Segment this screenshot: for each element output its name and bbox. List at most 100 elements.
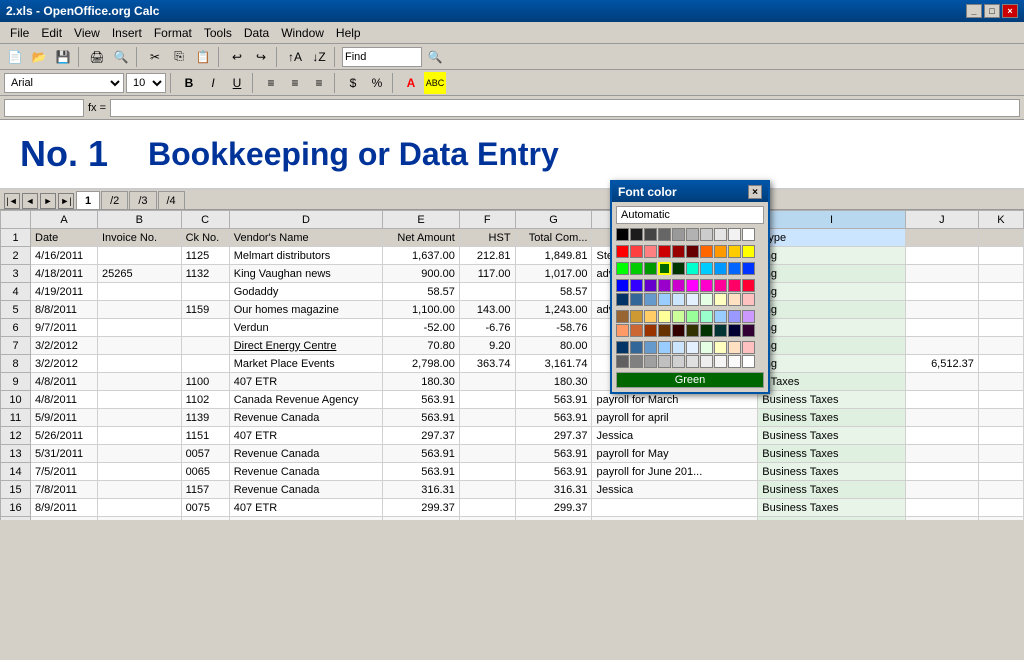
color-swatch[interactable] [672, 293, 685, 306]
cell-j17[interactable] [905, 517, 978, 521]
sort-desc-button[interactable]: ↓Z [308, 46, 330, 68]
cell-k14[interactable] [978, 463, 1023, 481]
cell-g6[interactable]: -58.76 [515, 319, 592, 337]
cell-f1[interactable]: HST [459, 229, 515, 247]
color-swatch[interactable] [672, 245, 685, 258]
cell-k4[interactable] [978, 283, 1023, 301]
cell-f10[interactable] [459, 391, 515, 409]
menu-file[interactable]: File [4, 24, 35, 42]
menu-edit[interactable]: Edit [35, 24, 68, 42]
cell-reference-input[interactable]: J1:J1048576 [4, 99, 84, 117]
cell-k1[interactable] [978, 229, 1023, 247]
cell-c2[interactable]: 1125 [181, 247, 229, 265]
cell-g12[interactable]: 297.37 [515, 427, 592, 445]
cell-b3[interactable]: 25265 [98, 265, 182, 283]
cell-a15[interactable]: 7/8/2011 [31, 481, 98, 499]
cell-e2[interactable]: 1,637.00 [383, 247, 460, 265]
currency-button[interactable]: $ [342, 72, 364, 94]
menu-view[interactable]: View [68, 24, 106, 42]
color-swatch[interactable] [630, 324, 643, 337]
cell-e3[interactable]: 900.00 [383, 265, 460, 283]
cell-e6[interactable]: -52.00 [383, 319, 460, 337]
cell-j6[interactable] [905, 319, 978, 337]
cell-a14[interactable]: 7/5/2011 [31, 463, 98, 481]
cell-i2[interactable]: ing [758, 247, 906, 265]
color-swatch[interactable] [728, 355, 741, 368]
cell-j9[interactable] [905, 373, 978, 391]
col-header-d[interactable]: D [229, 211, 382, 229]
find-input[interactable] [342, 47, 422, 67]
cell-g8[interactable]: 3,161.74 [515, 355, 592, 373]
color-swatch[interactable] [742, 228, 755, 241]
color-swatch[interactable] [658, 262, 671, 275]
cell-g5[interactable]: 1,243.00 [515, 301, 592, 319]
cell-a7[interactable]: 3/2/2012 [31, 337, 98, 355]
cell-d10[interactable]: Canada Revenue Agency [229, 391, 382, 409]
color-swatch[interactable] [658, 341, 671, 354]
color-swatch[interactable] [616, 245, 629, 258]
color-swatch[interactable] [658, 355, 671, 368]
color-swatch[interactable] [644, 245, 657, 258]
cell-k13[interactable] [978, 445, 1023, 463]
highlight-button[interactable]: ABC [424, 72, 446, 94]
color-swatch[interactable] [644, 293, 657, 306]
cell-k10[interactable] [978, 391, 1023, 409]
sheet-tab-3[interactable]: /3 [129, 191, 156, 209]
color-swatch[interactable] [644, 341, 657, 354]
color-swatch[interactable] [672, 262, 685, 275]
cell-j8[interactable]: 6,512.37 [905, 355, 978, 373]
color-swatch[interactable] [644, 228, 657, 241]
cell-b16[interactable] [98, 499, 182, 517]
color-swatch[interactable] [630, 262, 643, 275]
sheet-tab-4[interactable]: /4 [158, 191, 185, 209]
menu-insert[interactable]: Insert [106, 24, 148, 42]
tab-nav-first[interactable]: |◄ [4, 193, 20, 209]
menu-format[interactable]: Format [148, 24, 198, 42]
cell-i4[interactable]: ing [758, 283, 906, 301]
color-swatch[interactable] [616, 355, 629, 368]
color-swatch[interactable] [658, 293, 671, 306]
undo-button[interactable]: ↩ [226, 46, 248, 68]
cell-h13[interactable]: payroll for May [592, 445, 758, 463]
cell-j7[interactable] [905, 337, 978, 355]
cell-g17[interactable]: 289.11 [515, 517, 592, 521]
color-swatch[interactable] [742, 310, 755, 323]
cell-e8[interactable]: 2,798.00 [383, 355, 460, 373]
font-color-dialog[interactable]: Font color × Automatic Green [610, 180, 770, 394]
print-button[interactable]: 🖨 [86, 46, 108, 68]
color-swatch[interactable] [672, 228, 685, 241]
cell-e12[interactable]: 297.37 [383, 427, 460, 445]
copy-button[interactable]: ⎘ [168, 46, 190, 68]
cell-d14[interactable]: Revenue Canada [229, 463, 382, 481]
cell-f11[interactable] [459, 409, 515, 427]
automatic-color-button[interactable]: Automatic [616, 206, 764, 224]
color-swatch[interactable] [630, 341, 643, 354]
color-swatch[interactable] [700, 341, 713, 354]
color-swatch[interactable] [686, 279, 699, 292]
color-swatch[interactable] [644, 262, 657, 275]
cell-k5[interactable] [978, 301, 1023, 319]
color-swatch[interactable] [686, 293, 699, 306]
cell-h17[interactable] [592, 517, 758, 521]
cell-g14[interactable]: 563.91 [515, 463, 592, 481]
cell-b11[interactable] [98, 409, 182, 427]
cell-h15[interactable]: Jessica [592, 481, 758, 499]
cell-f4[interactable] [459, 283, 515, 301]
percent-button[interactable]: % [366, 72, 388, 94]
cell-b7[interactable] [98, 337, 182, 355]
menu-tools[interactable]: Tools [198, 24, 238, 42]
cell-e10[interactable]: 563.91 [383, 391, 460, 409]
cell-a5[interactable]: 8/8/2011 [31, 301, 98, 319]
color-swatch[interactable] [686, 310, 699, 323]
cell-a17[interactable]: 8/9/2011 [31, 517, 98, 521]
cell-j4[interactable] [905, 283, 978, 301]
dialog-close-button[interactable]: × [748, 185, 762, 199]
cell-k12[interactable] [978, 427, 1023, 445]
cell-d1[interactable]: Vendor's Name [229, 229, 382, 247]
cell-j1[interactable] [905, 229, 978, 247]
align-left-button[interactable]: ≡ [260, 72, 282, 94]
spreadsheet-scroll[interactable]: A B C D E F G H I J K [0, 210, 1024, 520]
cell-c6[interactable] [181, 319, 229, 337]
color-swatch[interactable] [714, 341, 727, 354]
cell-e11[interactable]: 563.91 [383, 409, 460, 427]
